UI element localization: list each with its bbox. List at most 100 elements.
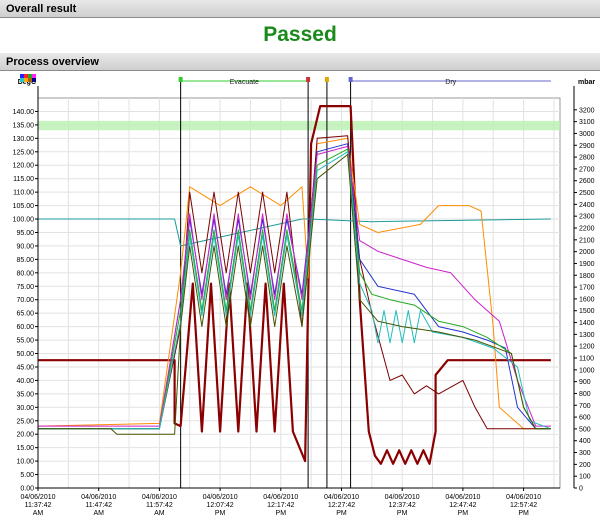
left-tick-label: 15.00 <box>16 445 34 452</box>
right-tick-label: 900 <box>579 379 591 386</box>
left-tick-label: 25.00 <box>16 418 34 425</box>
right-tick-label: 2700 <box>579 166 595 173</box>
right-tick-label: 600 <box>579 415 591 422</box>
left-tick-label: 30.00 <box>16 405 34 412</box>
right-tick-label: 1000 <box>579 367 595 374</box>
right-tick-label: 300 <box>579 450 591 457</box>
target-band <box>38 120 560 131</box>
legend-swatch-2 <box>28 74 32 78</box>
right-tick-label: 1500 <box>579 308 595 315</box>
x-tick-time: 11:37:42 <box>25 502 52 509</box>
left-tick-label: 90.00 <box>16 243 34 250</box>
x-tick-time: 12:37:42 <box>389 502 416 509</box>
left-tick-label: 95.00 <box>16 230 34 237</box>
phase-label-1: Dry <box>445 79 456 86</box>
x-tick-time: 11:47:42 <box>85 502 112 509</box>
left-tick-label: 140.00 <box>13 109 35 116</box>
left-tick-label: 125.00 <box>13 149 35 156</box>
x-tick-ampm: PM <box>397 510 408 517</box>
process-overview-header: Process overview <box>0 53 600 71</box>
process-chart: Evacuate Dry 0.00 5.00 10.00 15.00 20.00 25.00… <box>13 74 595 517</box>
right-tick-label: 400 <box>579 438 591 445</box>
right-tick-label: 1200 <box>579 344 595 351</box>
left-tick-label: 110.00 <box>13 190 34 197</box>
phase-marker-1 <box>306 77 311 82</box>
x-tick-ampm: PM <box>215 510 226 517</box>
left-tick-label: 100.00 <box>13 217 35 224</box>
x-tick-date: 04/06/2010 <box>445 494 480 501</box>
x-tick-time: 12:57:42 <box>510 502 537 509</box>
left-tick-label: 60.00 <box>16 324 34 331</box>
right-tick-label: 2500 <box>579 190 595 197</box>
right-tick-label: 2400 <box>579 202 595 209</box>
right-tick-label: 700 <box>579 403 591 410</box>
left-tick-label: 5.00 <box>20 472 34 479</box>
x-tick-date: 04/06/2010 <box>506 494 541 501</box>
left-tick-label: 20.00 <box>16 432 34 439</box>
left-tick-label: 65.00 <box>16 311 34 318</box>
left-tick-label: 120.00 <box>13 163 35 170</box>
x-tick-date: 04/06/2010 <box>20 494 55 501</box>
right-tick-label: 500 <box>579 426 591 433</box>
left-tick-label: 70.00 <box>16 297 34 304</box>
left-tick-label: 0.00 <box>20 486 34 493</box>
x-tick-time: 12:47:42 <box>449 502 476 509</box>
legend-swatch-7 <box>32 78 36 82</box>
legend-swatch-6 <box>28 78 32 82</box>
right-tick-label: 1100 <box>579 356 594 363</box>
left-tick-label: 10.00 <box>16 459 34 466</box>
right-tick-label: 1300 <box>579 332 595 339</box>
left-tick-label: 130.00 <box>13 136 35 143</box>
right-tick-label: 2000 <box>579 249 595 256</box>
legend-swatch-4 <box>20 78 24 82</box>
right-tick-label: 3100 <box>579 119 595 126</box>
x-tick-date: 04/06/2010 <box>324 494 359 501</box>
x-tick-date: 04/06/2010 <box>142 494 177 501</box>
right-tick-label: 1400 <box>579 320 595 327</box>
overall-result-header: Overall result <box>0 0 600 18</box>
right-tick-label: 2100 <box>579 237 595 244</box>
x-tick-date: 04/06/2010 <box>263 494 298 501</box>
x-tick-time: 11:57:42 <box>146 502 173 509</box>
right-tick-label: 3200 <box>579 107 595 114</box>
x-tick-date: 04/06/2010 <box>385 494 420 501</box>
phase-label-0: Evacuate <box>230 79 259 86</box>
right-tick-label: 2300 <box>579 214 595 221</box>
right-tick-label: 0 <box>579 486 583 493</box>
right-tick-label: 2200 <box>579 226 595 233</box>
right-tick-label: 1900 <box>579 261 595 268</box>
x-tick-time: 12:27:42 <box>328 502 355 509</box>
right-tick-label: 2600 <box>579 178 595 185</box>
legend-swatch-1 <box>24 74 28 78</box>
x-tick-ampm: PM <box>518 510 529 517</box>
x-tick-ampm: AM <box>93 510 104 517</box>
phase-marker-0 <box>178 77 183 82</box>
right-tick-label: 3000 <box>579 131 595 138</box>
left-tick-label: 135.00 <box>13 122 35 129</box>
x-tick-ampm: AM <box>154 510 165 517</box>
x-tick-time: 12:07:42 <box>206 502 233 509</box>
x-tick-ampm: AM <box>33 510 44 517</box>
left-tick-label: 55.00 <box>16 338 34 345</box>
x-tick-ampm: PM <box>276 510 287 517</box>
right-tick-label: 1700 <box>579 285 595 292</box>
left-tick-label: 35.00 <box>16 391 34 398</box>
left-tick-label: 40.00 <box>16 378 34 385</box>
x-tick-time: 12:17:42 <box>267 502 294 509</box>
right-tick-label: 2800 <box>579 155 595 162</box>
legend-swatch-5 <box>24 78 28 82</box>
x-tick-ampm: PM <box>458 510 469 517</box>
x-tick-date: 04/06/2010 <box>81 494 116 501</box>
phase-marker-2 <box>324 77 329 82</box>
right-tick-label: 1600 <box>579 296 595 303</box>
x-tick-ampm: PM <box>336 510 347 517</box>
right-tick-label: 200 <box>579 462 591 469</box>
right-tick-label: 2900 <box>579 143 595 150</box>
left-tick-label: 75.00 <box>16 284 34 291</box>
right-axis-unit: mbar <box>578 79 595 86</box>
legend-swatch-0 <box>20 74 24 78</box>
left-tick-label: 45.00 <box>16 364 34 371</box>
left-tick-label: 115.00 <box>13 176 34 183</box>
left-tick-label: 80.00 <box>16 270 34 277</box>
phase-marker-3 <box>348 77 353 82</box>
